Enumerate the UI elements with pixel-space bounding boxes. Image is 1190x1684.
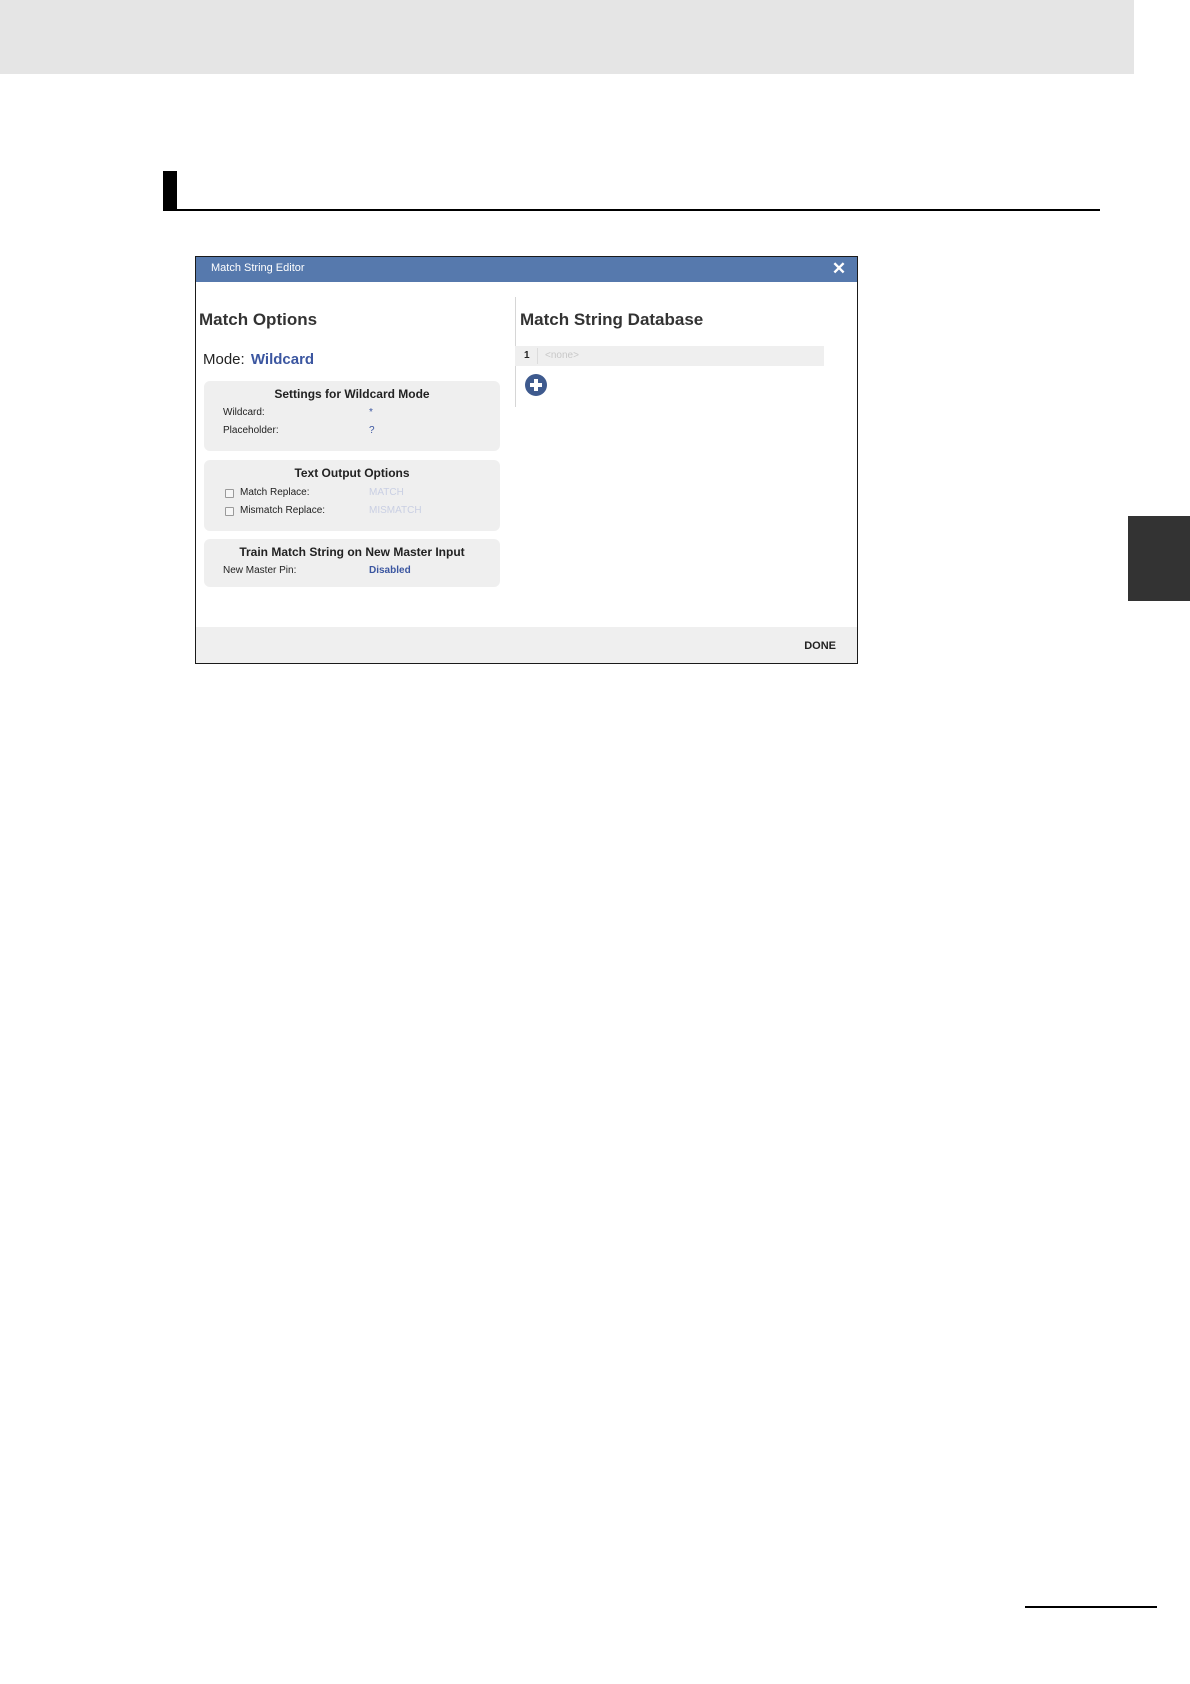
dialog-title: Match String Editor	[211, 262, 305, 274]
placeholder-label: Placeholder:	[223, 425, 279, 436]
mode-value-link[interactable]: Wildcard	[251, 351, 314, 368]
new-master-pin-value[interactable]: Disabled	[369, 565, 411, 576]
page-header-band	[0, 0, 1134, 74]
wildcard-settings-panel: Settings for Wildcard Mode Wildcard: * P…	[204, 381, 500, 451]
wildcard-value[interactable]: *	[369, 407, 373, 418]
mismatch-replace-checkbox[interactable]	[225, 507, 234, 516]
mismatch-replace-value[interactable]: MISMATCH	[369, 505, 422, 516]
match-replace-checkbox[interactable]	[225, 489, 234, 498]
match-string-database-heading: Match String Database	[520, 310, 704, 329]
match-options-heading: Match Options	[199, 310, 318, 329]
wildcard-label: Wildcard:	[223, 407, 265, 418]
dialog-footer: DONE	[196, 627, 857, 663]
done-button[interactable]: DONE	[804, 640, 836, 652]
mode-line: Mode: Wildcard	[203, 351, 314, 368]
database-row[interactable]: 1 <none>	[515, 346, 824, 366]
section-rule	[163, 209, 1100, 211]
database-row-value[interactable]: <none>	[545, 350, 579, 361]
database-row-separator	[537, 348, 538, 364]
train-match-string-panel: Train Match String on New Master Input N…	[204, 539, 500, 587]
train-panel-title: Train Match String on New Master Input	[239, 545, 465, 559]
new-master-pin-label: New Master Pin:	[223, 565, 297, 576]
match-replace-label: Match Replace:	[240, 487, 310, 498]
match-replace-value[interactable]: MATCH	[369, 487, 404, 498]
match-string-editor-dialog: Match String Editor ✕ Match Options Mode…	[195, 256, 858, 664]
mode-label: Mode:	[203, 351, 245, 368]
database-row-index: 1	[524, 350, 530, 361]
text-output-panel-title: Text Output Options	[294, 466, 410, 480]
section-marker	[163, 171, 177, 211]
dialog-titlebar: Match String Editor ✕	[196, 257, 857, 282]
plus-circle-icon[interactable]	[525, 374, 547, 396]
mismatch-replace-label: Mismatch Replace:	[240, 505, 326, 516]
wildcard-panel-title: Settings for Wildcard Mode	[274, 387, 430, 401]
side-chapter-tab	[1128, 516, 1190, 601]
placeholder-value[interactable]: ?	[369, 425, 375, 436]
footer-rule	[1025, 1606, 1157, 1608]
text-output-options-panel: Text Output Options Match Replace: MATCH…	[204, 460, 500, 531]
close-icon[interactable]: ✕	[830, 260, 848, 278]
